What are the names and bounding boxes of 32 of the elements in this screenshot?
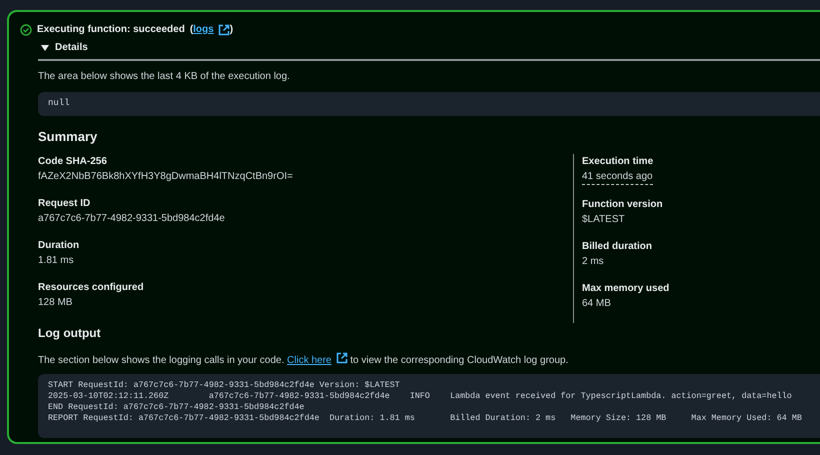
paren-close: ) [230,23,234,37]
status-text: Executing function: succeeded [37,23,185,37]
external-link-icon [218,24,230,36]
external-link-icon [336,352,348,364]
field-value: 128 MB [38,296,74,310]
field-label: Function version [582,198,664,212]
description-text: The area below shows the last 4 KB of the execution log. [38,70,291,84]
logs-link[interactable]: logs [193,22,214,37]
log-description: The section below shows the logging calls in your code. Click here to view the corresponding CloudWatch log group. [38,352,820,368]
field-value: 64 MB [582,297,612,311]
paren-open: ( [190,23,194,37]
field-value: 41 seconds ago [582,169,653,185]
field-value: fAZeX2NbB76Bk8hXYfH3Y8gDwmaBH4lTNzqCtBn9rOI= [38,170,294,184]
details-toggle[interactable]: Details [38,37,820,61]
result-block: null [38,92,820,116]
summary-heading: Summary [38,128,98,146]
field-label: Billed duration [582,240,653,254]
field-label: Resources configured [38,281,145,295]
log-heading: Log output [38,325,102,342]
field-value: a767c7c6-7b77-4982-9331-5bd984c2fd4e [38,212,226,226]
click-here-link[interactable]: Click here [287,355,332,366]
field-label: Max memory used [582,282,670,296]
field-value: 1.81 ms [38,254,75,268]
field-value: $LATEST [582,213,626,227]
log-output: START RequestId: a767c7c6-7b77-4982-9331-5bd984c2fd4e Version: $LATEST 2025-03-10T02:12:11.260Z a767c7c6-7b77-4982-9331-5bd984c2fd4e INFO Lambda event received for TypescriptLambda. action=greet, data=hello END RequestId: a767c7c6-7b77-4982-9331-5bd984c2fd4e REPORT RequestId: a767c7c6-7b77-4982-9331-5bd984c2fd4e Duration: 1.81 ms Billed Duration: 2 ms Memory Size: 128 MB Max Memory Used: 64 MB [38,374,820,438]
field-label: Request ID [38,197,92,211]
field-label: Duration [38,239,80,253]
field-label: Execution time [582,155,654,169]
success-icon [20,24,32,36]
field-value: 2 ms [582,255,605,269]
field-label: Code SHA-256 [38,155,108,169]
caret-icon [41,44,49,52]
